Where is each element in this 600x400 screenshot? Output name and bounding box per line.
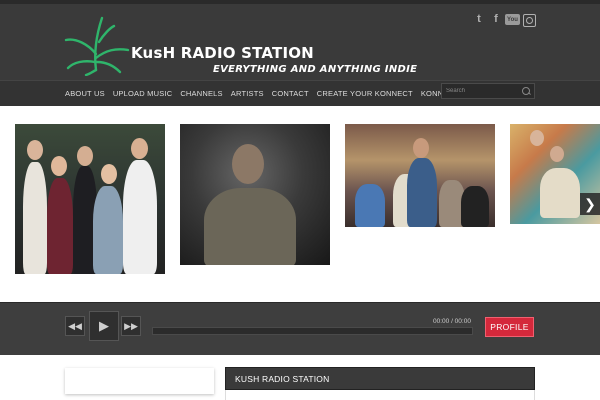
slide-image-band-photo[interactable] [15, 124, 165, 274]
search-icon[interactable] [522, 87, 530, 95]
play-button[interactable]: ▶ [89, 311, 119, 341]
station-widget-body [225, 390, 535, 400]
person-figure [355, 184, 385, 227]
person-head [77, 146, 93, 166]
youtube-icon[interactable]: You [505, 14, 520, 25]
person-figure [23, 162, 47, 274]
nav-item-about-us[interactable]: ABOUT US [65, 89, 105, 98]
slide-image-band-group[interactable] [345, 124, 495, 227]
facebook-icon[interactable]: f [489, 12, 503, 26]
person-figure [461, 186, 489, 227]
site-title[interactable]: KusH RADIO STATION [131, 44, 314, 62]
person-head [232, 144, 264, 184]
station-widget-title: KUSH RADIO STATION [235, 374, 330, 384]
person-figure [93, 186, 123, 274]
person-figure [407, 158, 437, 227]
instagram-lens [526, 17, 533, 24]
person-figure [47, 178, 73, 274]
instagram-icon[interactable] [523, 14, 536, 27]
person-head [27, 140, 43, 160]
person-head [530, 130, 544, 146]
nav-item-channels[interactable]: CHANNELS [180, 89, 222, 98]
person-head [101, 164, 117, 184]
slider-next-arrow-icon[interactable]: ❯ [580, 193, 600, 215]
profile-button[interactable]: PROFILE [485, 317, 534, 337]
person-figure [540, 168, 580, 218]
person-head [550, 146, 564, 162]
site-tagline: EVERYTHING AND ANYTHING INDIE [213, 64, 418, 75]
cannabis-leaf-icon[interactable] [62, 14, 132, 76]
rewind-button[interactable]: ◀◀ [65, 316, 85, 336]
person-figure [123, 160, 157, 274]
person-head [131, 138, 148, 159]
nav-menu: ABOUT US UPLOAD MUSIC CHANNELS ARTISTS C… [65, 81, 459, 106]
person-figure [204, 188, 296, 265]
nav-item-upload-music[interactable]: UPLOAD MUSIC [113, 89, 173, 98]
playback-progress-bar[interactable] [152, 327, 473, 335]
forward-button[interactable]: ▶▶ [121, 316, 141, 336]
nav-item-create-your-konnect[interactable]: CREATE YOUR KONNECT [317, 89, 413, 98]
slide-image-artist-portrait[interactable] [180, 124, 330, 265]
sidebar-widget [65, 368, 214, 394]
twitter-icon[interactable]: t [472, 12, 486, 26]
station-widget-header: KUSH RADIO STATION [225, 367, 535, 390]
nav-item-artists[interactable]: ARTISTS [231, 89, 264, 98]
nav-item-contact[interactable]: CONTACT [272, 89, 309, 98]
person-head [413, 138, 429, 158]
person-head [51, 156, 67, 176]
playback-time: 00:00 / 00:00 [433, 318, 471, 325]
search-box [441, 83, 535, 99]
search-input[interactable] [446, 86, 518, 96]
